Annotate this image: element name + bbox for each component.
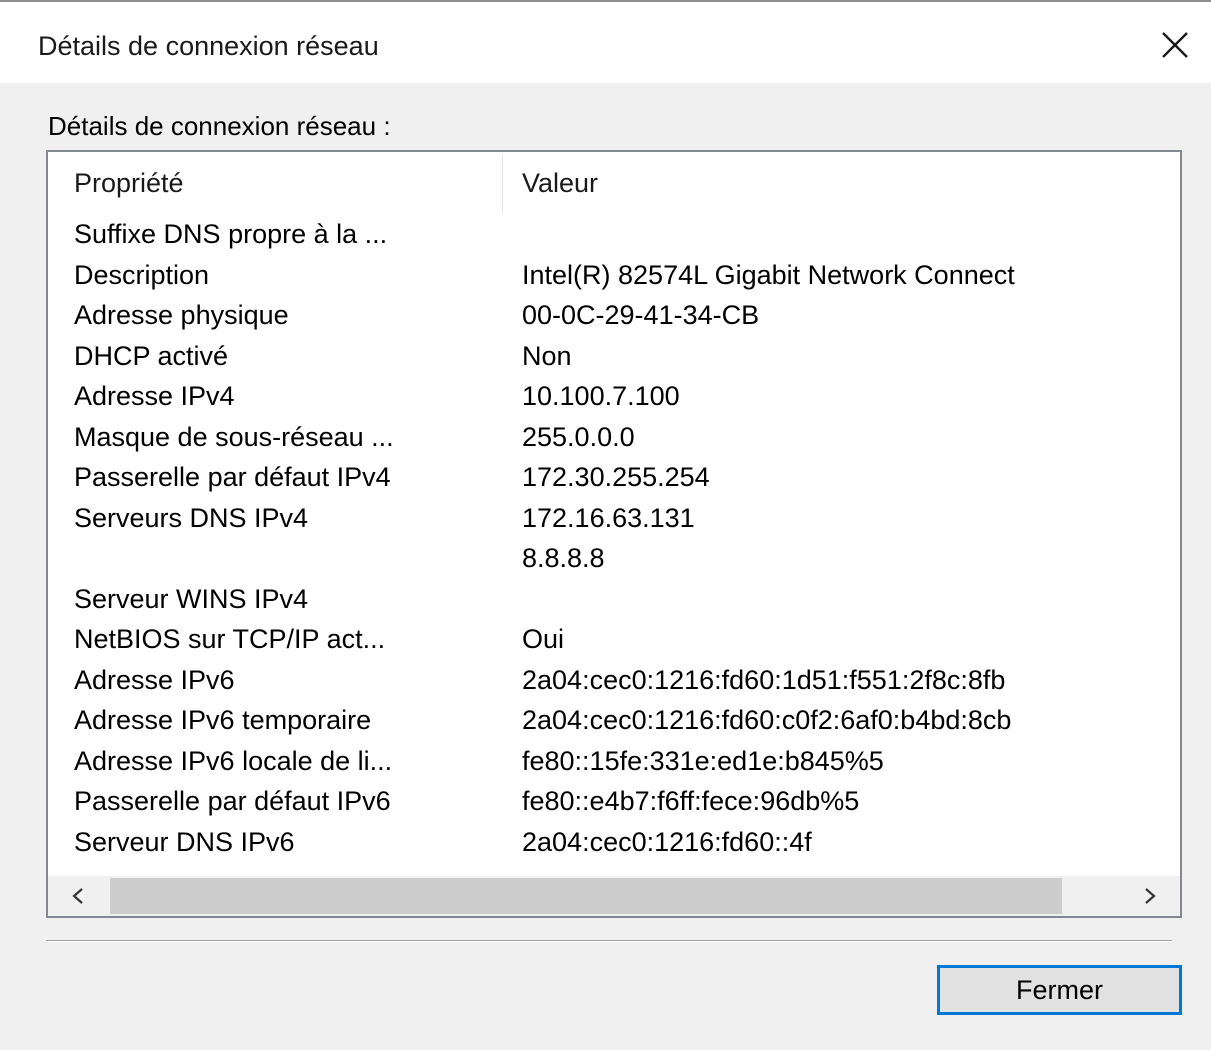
row-value: 00-0C-29-41-34-CB (522, 300, 760, 330)
list-row[interactable]: Adresse physique 00-0C-29-41-34-CB (48, 295, 1180, 336)
list-row[interactable]: Adresse IPv4 10.100.7.100 (48, 376, 1180, 417)
row-property: Adresse IPv6 locale de li... (74, 745, 393, 776)
details-group-label: Détails de connexion réseau : (48, 111, 391, 141)
row-value: 255.0.0.0 (522, 421, 635, 452)
row-value: Non (522, 340, 572, 371)
row-value: Oui (522, 624, 565, 654)
list-row[interactable]: Passerelle par défaut IPv4 172.30.255.254 (48, 457, 1180, 498)
window-top-edge (0, 0, 1211, 11)
row-property: Adresse IPv6 temporaire (74, 705, 372, 735)
row-property: NetBIOS sur TCP/IP act... (74, 624, 386, 654)
row-value: Intel(R) 82574L Gigabit Network Connect (522, 259, 1015, 290)
row-property: Passerelle par défaut IPv4 (74, 462, 391, 492)
row-value: 2a04:cec0:1216:fd60::4f (522, 826, 812, 857)
row-property: Masque de sous-réseau ... (74, 421, 394, 452)
list-rows: Suffixe DNS propre à la ... Description I… (48, 214, 1180, 862)
row-property: Serveurs DNS IPv4 (74, 502, 309, 533)
list-row[interactable]: Suffixe DNS propre à la ... (48, 214, 1180, 255)
title-close-button[interactable] (1151, 21, 1199, 69)
column-header-value[interactable]: Valeur (522, 152, 1162, 214)
row-value: 2a04:cec0:1216:fd60:c0f2:6af0:b4bd:8cb (522, 705, 1012, 735)
horizontal-scrollbar[interactable] (48, 876, 1180, 916)
row-property: Description (74, 259, 210, 290)
row-value: fe80::e4b7:f6ff:fece:96db%5 (522, 786, 860, 816)
row-property: Serveur DNS IPv6 (74, 826, 295, 857)
list-row[interactable]: Serveur DNS IPv6 2a04:cec0:1216:fd60::4f (48, 822, 1180, 863)
list-row[interactable]: DHCP activé Non (48, 336, 1180, 377)
details-list-view[interactable]: Propriété Valeur Suffixe DNS propre à la… (46, 150, 1182, 918)
scroll-thumb[interactable] (110, 878, 1062, 914)
fermer-button[interactable]: Fermer (937, 965, 1182, 1015)
row-value: 2a04:cec0:1216:fd60:1d51:f551:2f8c:8fb (522, 664, 1006, 695)
scroll-right-button[interactable] (1120, 876, 1180, 916)
row-property: Serveur WINS IPv4 (74, 583, 309, 614)
column-separator[interactable] (502, 156, 503, 212)
title-bar[interactable]: Détails de connexion réseau (0, 11, 1211, 83)
row-value: 10.100.7.100 (522, 381, 680, 411)
divider (46, 940, 1172, 942)
list-row[interactable]: Passerelle par défaut IPv6 fe80::e4b7:f6f… (48, 781, 1180, 822)
column-header-property[interactable]: Propriété (74, 152, 494, 214)
scroll-left-button[interactable] (48, 876, 108, 916)
list-header: Propriété Valeur (48, 152, 1180, 214)
row-value: 172.30.255.254 (522, 462, 710, 492)
chevron-right-icon (1145, 888, 1156, 904)
list-row[interactable]: Serveurs DNS IPv4 172.16.63.131 (48, 498, 1180, 539)
row-property: Adresse physique (74, 300, 289, 330)
row-value: fe80::15fe:331e:ed1e:b845%5 (522, 745, 884, 776)
list-row[interactable]: Masque de sous-réseau ... 255.0.0.0 (48, 417, 1180, 458)
list-row[interactable]: Adresse IPv6 2a04:cec0:1216:fd60:1d51:f55… (48, 660, 1180, 701)
row-property: Passerelle par défaut IPv6 (74, 786, 391, 816)
row-property: Adresse IPv6 (74, 664, 235, 695)
list-row[interactable]: Description Intel(R) 82574L Gigabit Netwo… (48, 255, 1180, 296)
list-row[interactable]: Serveur WINS IPv4 (48, 579, 1180, 620)
row-property: Suffixe DNS propre à la ... (74, 219, 388, 249)
row-value: 8.8.8.8 (522, 543, 605, 573)
list-row[interactable]: 8.8.8.8 (48, 538, 1180, 579)
list-row[interactable]: Adresse IPv6 temporaire 2a04:cec0:1216:fd… (48, 700, 1180, 741)
row-value: 172.16.63.131 (522, 502, 695, 533)
list-row[interactable]: NetBIOS sur TCP/IP act... Oui (48, 619, 1180, 660)
network-details-dialog: Détails de connexion réseau Détails de c… (0, 0, 1211, 1050)
close-icon (1162, 32, 1188, 58)
row-property: DHCP activé (74, 340, 229, 371)
chevron-left-icon (72, 888, 83, 904)
row-property: Adresse IPv4 (74, 381, 235, 411)
list-row[interactable]: Adresse IPv6 locale de li... fe80::15fe:3… (48, 741, 1180, 782)
window-title: Détails de connexion réseau (38, 31, 379, 61)
